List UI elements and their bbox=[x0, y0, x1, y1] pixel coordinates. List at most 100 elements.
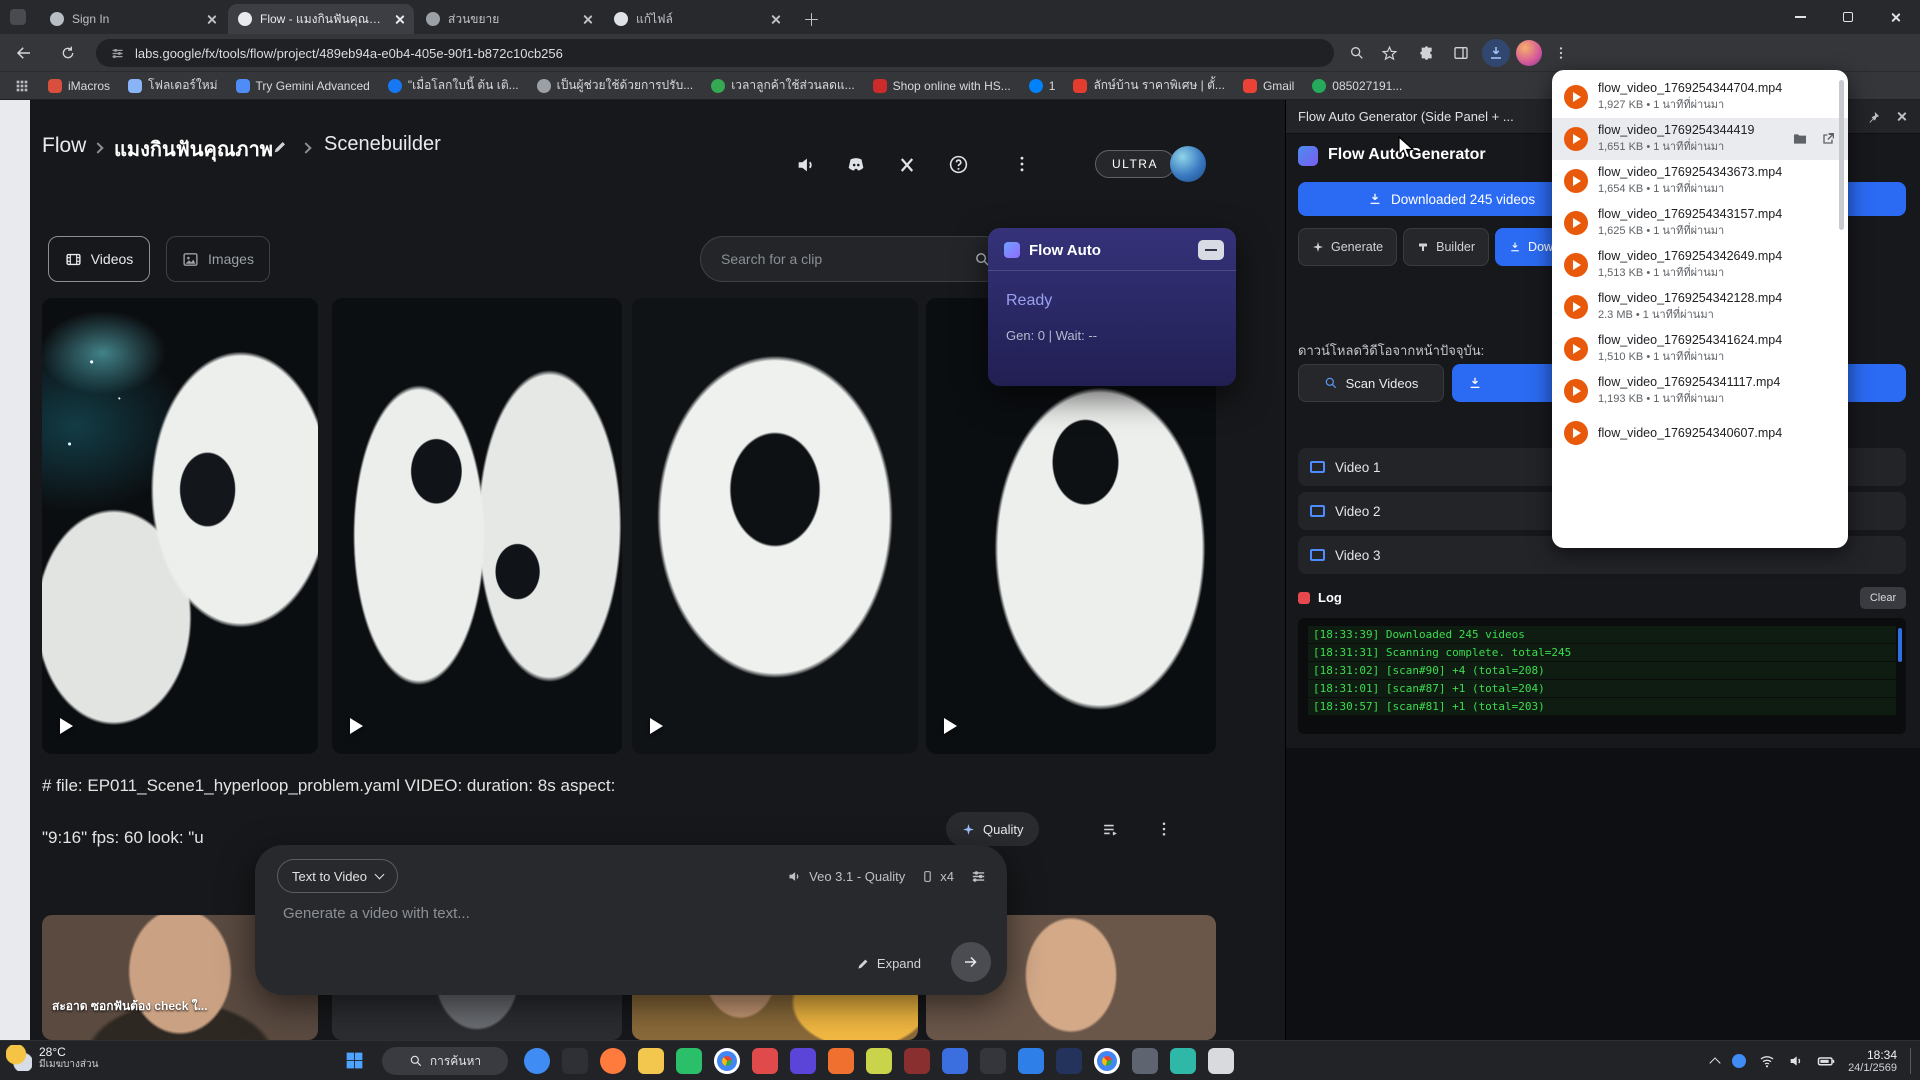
bookmark-item[interactable]: ลักษ์บ้าน ราคาพิเศษ | ตั้... bbox=[1073, 76, 1225, 95]
show-in-folder-icon[interactable] bbox=[1792, 130, 1808, 148]
play-icon[interactable] bbox=[60, 718, 73, 734]
audio-icon[interactable] bbox=[795, 154, 817, 176]
bookmark-item[interactable]: Try Gemini Advanced bbox=[236, 79, 370, 93]
taskbar-app-icon-14[interactable] bbox=[1018, 1048, 1044, 1074]
bookmark-item[interactable]: Shop online with HS... bbox=[873, 79, 1011, 93]
taskbar-app-icon-17[interactable] bbox=[1132, 1048, 1158, 1074]
generate-submit-button[interactable] bbox=[951, 942, 991, 982]
widget-minimize-button[interactable] bbox=[1198, 240, 1224, 260]
breadcrumb-project-name[interactable]: แมงกินฟันคุณภาพ bbox=[114, 133, 273, 165]
volume-icon[interactable] bbox=[1788, 1052, 1804, 1070]
taskbar-app-icon-5[interactable] bbox=[676, 1048, 702, 1074]
taskbar-app-icon-1[interactable] bbox=[524, 1048, 550, 1074]
flow-auto-widget[interactable]: Flow Auto Ready Gen: 0 | Wait: -- bbox=[988, 228, 1236, 386]
taskbar-clock[interactable]: 18:34 24/1/2569 bbox=[1848, 1048, 1897, 1075]
address-bar[interactable]: labs.google/fx/tools/flow/project/489eb9… bbox=[96, 39, 1334, 67]
taskbar-app-icon-10[interactable] bbox=[866, 1048, 892, 1074]
show-desktop-sliver[interactable] bbox=[1910, 1048, 1914, 1074]
browser-menu-icon[interactable] bbox=[1548, 41, 1574, 65]
taskbar-app-icon-7[interactable] bbox=[752, 1048, 778, 1074]
back-button[interactable] bbox=[10, 40, 38, 66]
mode-dropdown[interactable]: Text to Video bbox=[277, 859, 398, 893]
edit-project-name-icon[interactable] bbox=[272, 138, 288, 156]
playlist-icon[interactable] bbox=[1092, 812, 1128, 846]
taskbar-app-icon-9[interactable] bbox=[828, 1048, 854, 1074]
site-settings-icon[interactable] bbox=[110, 46, 125, 61]
popup-scrollbar[interactable] bbox=[1839, 80, 1844, 230]
weather-widget[interactable]: 28°C มีเมฆบางส่วน bbox=[6, 1045, 98, 1071]
bookmark-item[interactable]: 085027191... bbox=[1312, 79, 1402, 93]
downloads-icon[interactable] bbox=[1482, 39, 1510, 67]
download-item-5[interactable]: flow_video_1769254342649.mp41,513 KB • 1… bbox=[1552, 244, 1848, 286]
bookmark-item[interactable]: Gmail bbox=[1243, 79, 1294, 93]
bookmark-item[interactable]: "เมื่อโลกใบนี้ ต้น เติ... bbox=[388, 76, 519, 95]
taskbar-app-icon-15[interactable] bbox=[1056, 1048, 1082, 1074]
window-close-button[interactable] bbox=[1872, 0, 1920, 34]
taskbar-app-icon-19[interactable] bbox=[1208, 1048, 1234, 1074]
bookmark-item[interactable]: 1 bbox=[1029, 79, 1056, 93]
aspect-multiplier[interactable]: x4 bbox=[921, 869, 954, 884]
quality-dropdown[interactable]: Quality bbox=[946, 812, 1039, 846]
expand-button[interactable]: Expand bbox=[856, 956, 921, 971]
apps-grid-icon[interactable] bbox=[14, 78, 30, 94]
window-minimize-button[interactable] bbox=[1776, 0, 1824, 34]
download-item-8[interactable]: flow_video_1769254341117.mp41,193 KB • 1… bbox=[1552, 370, 1848, 412]
browser-tab-sign-in[interactable]: Sign In bbox=[40, 4, 226, 34]
tab-images[interactable]: Images bbox=[166, 236, 270, 282]
download-item-2[interactable]: flow_video_17692543444191,651 KB • 1 นาท… bbox=[1552, 118, 1848, 160]
lens-search-icon[interactable] bbox=[1344, 41, 1370, 65]
tray-app-icon[interactable] bbox=[1732, 1054, 1746, 1068]
firefox-icon[interactable] bbox=[600, 1048, 626, 1074]
browser-tab-extensions[interactable]: ส่วนขยาย bbox=[416, 4, 602, 34]
new-tab-button[interactable] bbox=[798, 6, 824, 32]
video-thumbnail-3[interactable] bbox=[632, 298, 918, 754]
download-item-4[interactable]: flow_video_1769254343157.mp41,625 KB • 1… bbox=[1552, 202, 1848, 244]
log-clear-button[interactable]: Clear bbox=[1860, 587, 1906, 609]
prompt-input[interactable] bbox=[283, 905, 883, 922]
x-social-icon[interactable] bbox=[898, 156, 916, 174]
more-options-icon[interactable] bbox=[1012, 154, 1032, 174]
clip-search-input[interactable] bbox=[721, 251, 974, 267]
reload-button[interactable] bbox=[54, 40, 82, 66]
side-panel-close-icon[interactable] bbox=[1895, 110, 1908, 123]
file-explorer-icon[interactable] bbox=[638, 1048, 664, 1074]
taskbar-app-icon-11[interactable] bbox=[904, 1048, 930, 1074]
more-options-icon[interactable] bbox=[1146, 812, 1182, 846]
tab-close-icon[interactable] bbox=[769, 13, 782, 26]
tab-generate[interactable]: Generate bbox=[1298, 228, 1397, 266]
tray-expand-icon[interactable] bbox=[1709, 1057, 1720, 1068]
download-item-3[interactable]: flow_video_1769254343673.mp41,654 KB • 1… bbox=[1552, 160, 1848, 202]
download-item-9[interactable]: flow_video_1769254340607.mp4 bbox=[1552, 412, 1848, 454]
tab-close-icon[interactable] bbox=[393, 13, 406, 26]
bookmark-item[interactable]: เป็นผู้ช่วยใช้ด้วยการปรับ... bbox=[537, 76, 694, 95]
browser-tab-edit-file[interactable]: แก้ไฟล์ bbox=[604, 4, 790, 34]
flow-logo[interactable]: Flow bbox=[42, 134, 86, 158]
taskbar-search[interactable]: การค้นหา bbox=[382, 1047, 508, 1075]
profile-avatar[interactable] bbox=[1516, 40, 1542, 66]
video-thumbnail-2[interactable] bbox=[332, 298, 622, 754]
taskbar-app-icon-13[interactable] bbox=[980, 1048, 1006, 1074]
wifi-icon[interactable] bbox=[1759, 1052, 1775, 1070]
discord-icon[interactable] bbox=[845, 154, 867, 176]
chrome-icon[interactable] bbox=[714, 1048, 740, 1074]
battery-icon[interactable] bbox=[1817, 1052, 1835, 1070]
download-item-7[interactable]: flow_video_1769254341624.mp41,510 KB • 1… bbox=[1552, 328, 1848, 370]
tab-builder[interactable]: Builder bbox=[1403, 228, 1489, 266]
start-button[interactable] bbox=[344, 1050, 365, 1071]
taskbar-app-icon-2[interactable] bbox=[562, 1048, 588, 1074]
window-maximize-button[interactable] bbox=[1824, 0, 1872, 34]
browser-tab-flow[interactable]: Flow - แมงกินฟันคุณภาพ bbox=[228, 4, 414, 34]
side-panel-icon[interactable] bbox=[1448, 41, 1474, 65]
play-icon[interactable] bbox=[944, 718, 957, 734]
play-icon[interactable] bbox=[650, 718, 663, 734]
scan-videos-button[interactable]: Scan Videos bbox=[1298, 364, 1444, 402]
bookmark-item[interactable]: iMacros bbox=[48, 79, 110, 93]
user-avatar[interactable] bbox=[1170, 146, 1206, 182]
log-scrollbar[interactable] bbox=[1898, 628, 1902, 662]
chrome-icon-2[interactable] bbox=[1094, 1048, 1120, 1074]
tune-icon[interactable] bbox=[970, 868, 987, 885]
bookmark-star-icon[interactable] bbox=[1376, 41, 1402, 65]
help-icon[interactable] bbox=[948, 154, 969, 175]
taskbar-app-icon-18[interactable] bbox=[1170, 1048, 1196, 1074]
bookmark-item[interactable]: โฟลเดอร์ใหม่ bbox=[128, 76, 218, 95]
